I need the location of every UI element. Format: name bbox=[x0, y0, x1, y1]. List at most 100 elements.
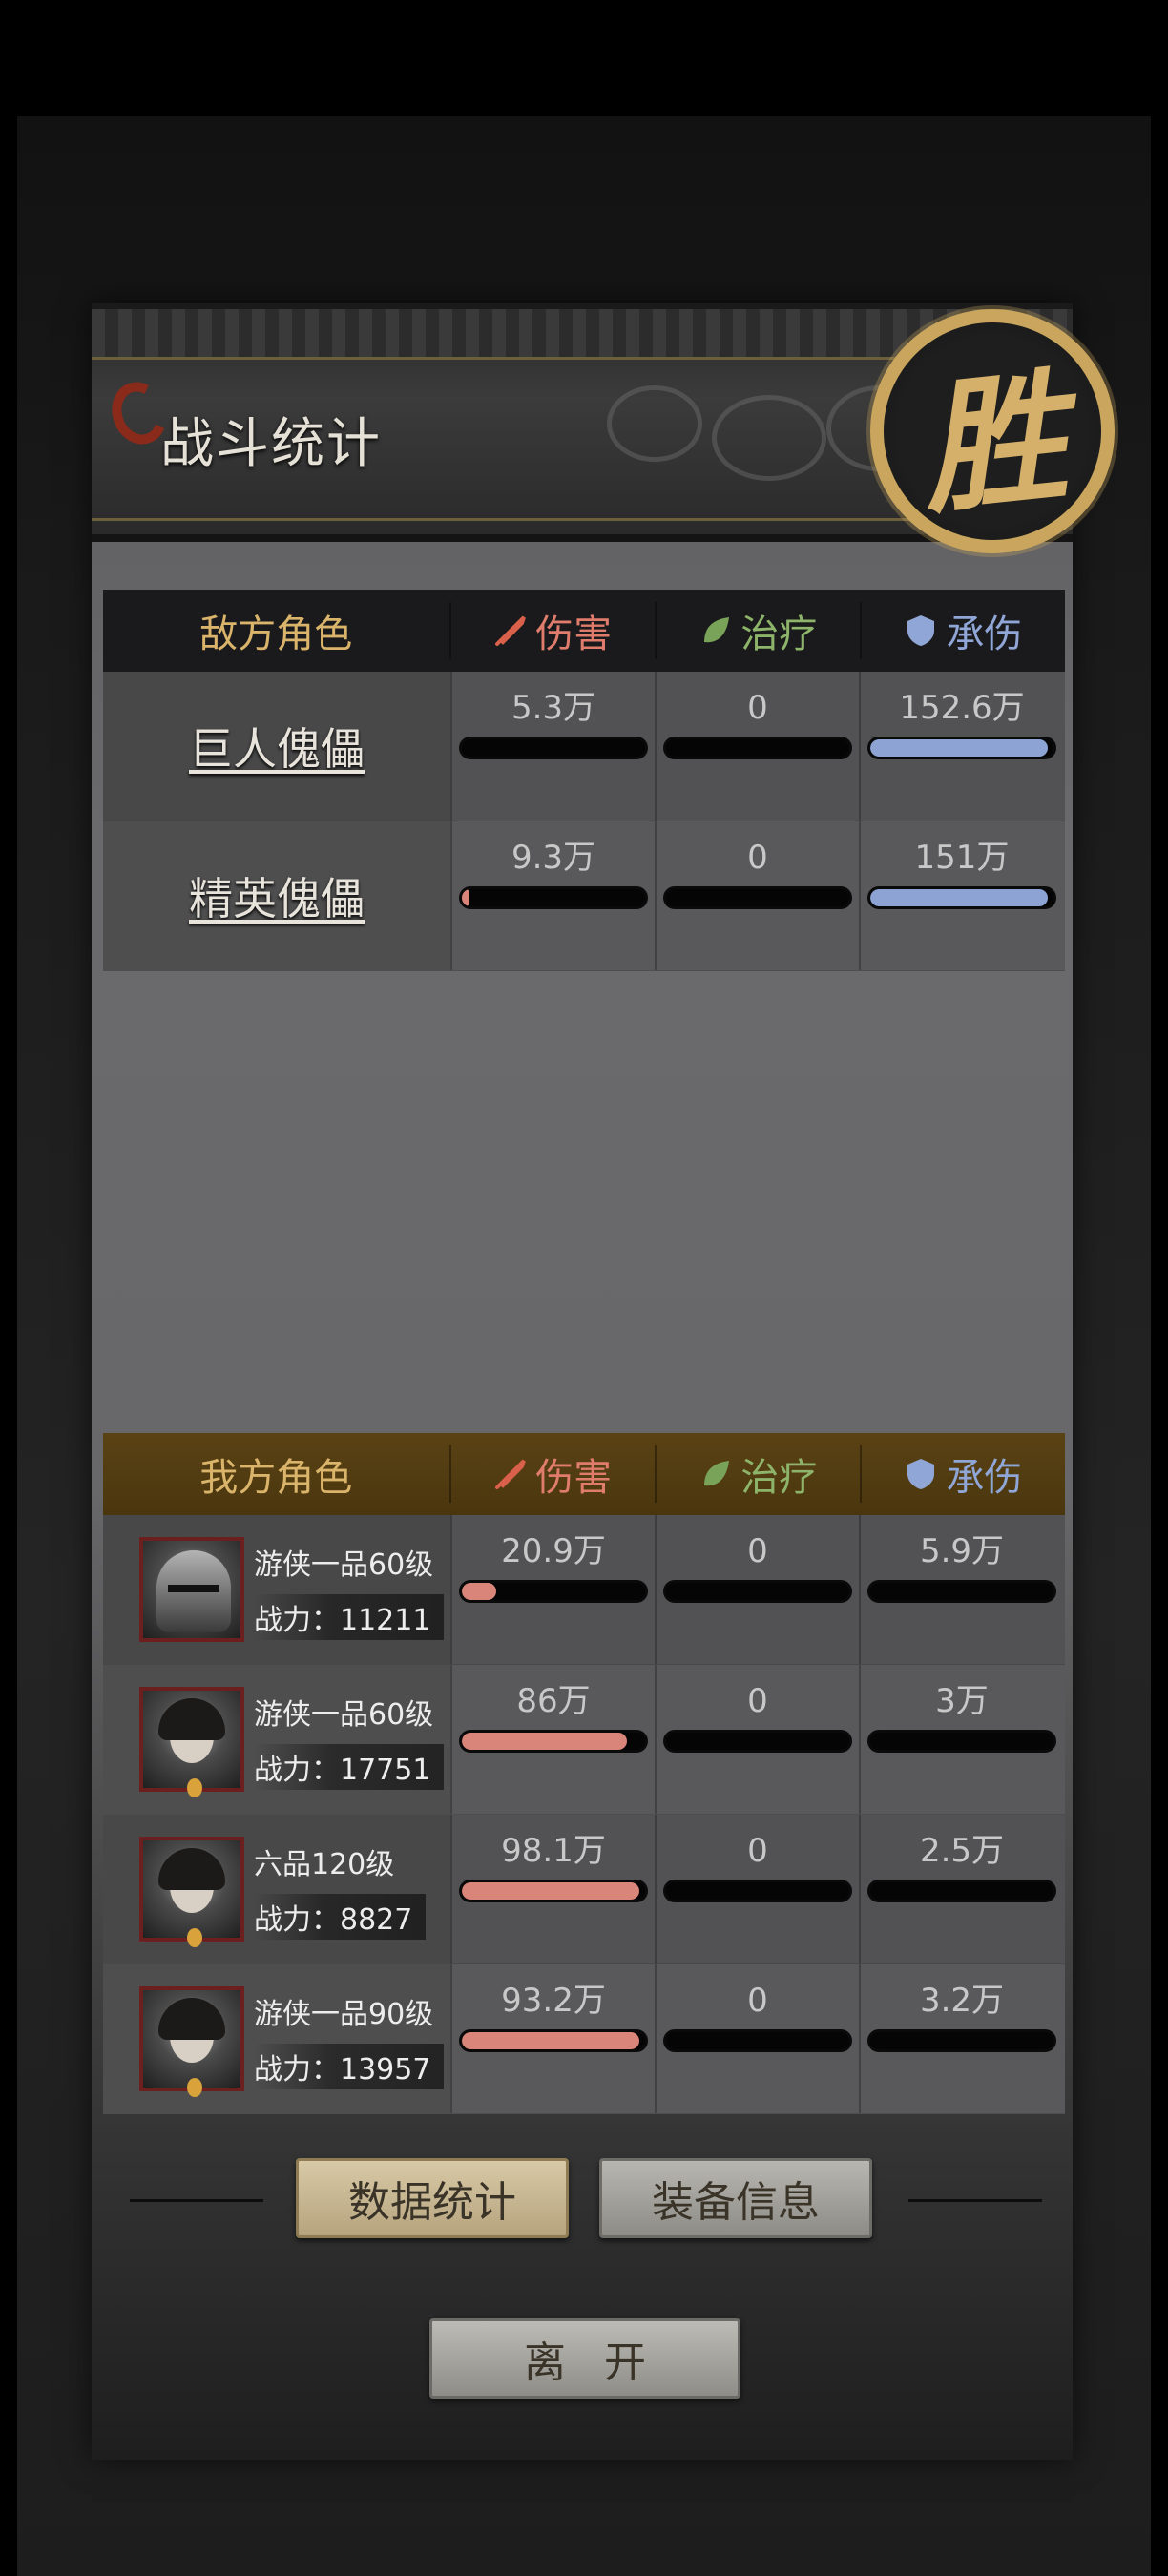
leave-button[interactable]: 离开 bbox=[429, 2318, 740, 2399]
stat-taken-bar bbox=[867, 2029, 1056, 2052]
col-heal: 治疗 bbox=[654, 602, 860, 659]
stat-taken-bar bbox=[867, 1580, 1056, 1603]
stat-taken: 2.5万 bbox=[859, 1815, 1063, 1963]
stat-heal-bar bbox=[663, 2029, 852, 2052]
enemy-name-cell: 精英傀儡 bbox=[103, 821, 450, 970]
avatar[interactable] bbox=[139, 1537, 244, 1642]
stat-damage: 5.3万 bbox=[450, 672, 655, 821]
stat-heal-value: 0 bbox=[747, 1682, 768, 1720]
ally-name-cell: 六品120级 战力：8827 bbox=[103, 1815, 450, 1963]
ally-class-level: 游侠一品60级 bbox=[254, 1689, 445, 1735]
enemy-rows: 巨人傀儡 5.3万 0 152.6万精英傀儡 9.3万 0 151万 bbox=[103, 672, 1065, 971]
avatar-hair bbox=[158, 1998, 225, 2040]
col-damage-label: 伤害 bbox=[535, 613, 613, 656]
stat-heal-value: 0 bbox=[747, 1532, 768, 1570]
ally-power: 战力：17751 bbox=[254, 1744, 445, 1790]
stat-damage-bar bbox=[459, 1580, 648, 1603]
divider-line bbox=[130, 2199, 263, 2202]
stat-damage-bar-fill bbox=[462, 1733, 627, 1750]
enemy-table-header: 敌方角色 伤害 治疗 承伤 bbox=[103, 590, 1065, 672]
stat-damage-bar bbox=[459, 2029, 648, 2052]
stat-taken-value: 2.5万 bbox=[919, 1832, 1005, 1870]
enemy-row: 精英傀儡 9.3万 0 151万 bbox=[103, 821, 1065, 971]
stat-taken: 3万 bbox=[859, 1665, 1063, 1814]
cloud-ornament bbox=[712, 395, 826, 481]
stat-taken-bar-fill bbox=[870, 739, 1049, 757]
col-taken-label: 承伤 bbox=[946, 1456, 1023, 1500]
stat-heal: 0 bbox=[655, 1964, 859, 2113]
enemy-name-link[interactable]: 巨人傀儡 bbox=[189, 715, 365, 778]
stat-damage-bar-fill bbox=[462, 1882, 640, 1900]
col-taken-label: 承伤 bbox=[946, 613, 1023, 656]
ally-table-header: 我方角色 伤害 治疗 承伤 bbox=[103, 1433, 1065, 1515]
stat-taken-value: 3.2万 bbox=[919, 1982, 1005, 2020]
ally-power: 战力：11211 bbox=[254, 1594, 445, 1640]
stat-heal: 0 bbox=[655, 1665, 859, 1814]
col-heal-label: 治疗 bbox=[740, 613, 818, 656]
stat-heal-value: 0 bbox=[747, 1982, 768, 2020]
stat-heal-value: 0 bbox=[747, 689, 768, 727]
stat-taken-value: 152.6万 bbox=[899, 689, 1025, 727]
leaf-icon bbox=[704, 1461, 730, 1486]
col-damage: 伤害 bbox=[448, 602, 655, 659]
col-damage-label: 伤害 bbox=[535, 1456, 613, 1500]
avatar[interactable] bbox=[139, 1837, 244, 1947]
stat-taken-bar bbox=[867, 737, 1056, 759]
equipment-info-button[interactable]: 装备信息 bbox=[599, 2158, 872, 2238]
stat-damage-value: 98.1万 bbox=[501, 1832, 606, 1870]
sword-icon bbox=[495, 615, 527, 646]
stat-taken: 151万 bbox=[859, 821, 1063, 970]
stat-damage-bar bbox=[459, 1730, 648, 1753]
enemy-name-link[interactable]: 精英傀儡 bbox=[189, 864, 365, 927]
stat-taken: 152.6万 bbox=[859, 672, 1063, 821]
stat-taken-bar bbox=[867, 886, 1056, 909]
ally-class-level: 游侠一品60级 bbox=[254, 1539, 445, 1585]
ally-row: 游侠一品60级 战力：17751 86万 0 3万 bbox=[103, 1665, 1065, 1815]
avatar-visor bbox=[168, 1585, 219, 1592]
avatar[interactable] bbox=[139, 1687, 244, 1797]
col-heal: 治疗 bbox=[654, 1445, 860, 1503]
stat-heal-bar bbox=[663, 1880, 852, 1902]
stat-taken: 3.2万 bbox=[859, 1964, 1063, 2113]
stat-heal-bar bbox=[663, 1730, 852, 1753]
leaf-icon bbox=[704, 617, 730, 643]
avatar-badge-icon bbox=[187, 1928, 202, 1947]
stat-heal-bar bbox=[663, 737, 852, 759]
stat-damage: 98.1万 bbox=[450, 1815, 655, 1963]
stat-heal-bar bbox=[663, 886, 852, 909]
stat-taken: 5.9万 bbox=[859, 1515, 1063, 1664]
stat-damage-value: 93.2万 bbox=[501, 1982, 606, 2020]
stat-damage-value: 20.9万 bbox=[501, 1532, 606, 1570]
ally-info: 游侠一品90级 战力：13957 bbox=[254, 1988, 445, 2089]
avatar-hair bbox=[158, 1848, 225, 1890]
col-taken: 承伤 bbox=[859, 1445, 1065, 1503]
stat-heal-value: 0 bbox=[747, 839, 768, 877]
ally-name-cell: 游侠一品60级 战力：11211 bbox=[103, 1515, 450, 1664]
stat-heal: 0 bbox=[655, 821, 859, 970]
ally-power: 战力：13957 bbox=[254, 2044, 445, 2089]
stat-damage: 86万 bbox=[450, 1665, 655, 1814]
col-heal-label: 治疗 bbox=[740, 1456, 818, 1500]
shield-icon bbox=[907, 1459, 935, 1489]
shield-icon bbox=[907, 615, 935, 646]
ally-class-level: 六品120级 bbox=[254, 1839, 427, 1884]
data-stats-button[interactable]: 数据统计 bbox=[296, 2158, 569, 2238]
stat-damage-value: 9.3万 bbox=[511, 839, 596, 877]
avatar-badge-icon bbox=[187, 1778, 202, 1797]
stat-damage-bar-fill bbox=[462, 1583, 497, 1600]
stat-heal: 0 bbox=[655, 1815, 859, 1963]
stat-damage-value: 86万 bbox=[516, 1682, 591, 1720]
page-title: 战斗统计 bbox=[160, 413, 382, 475]
stat-damage: 9.3万 bbox=[450, 821, 655, 970]
divider-line bbox=[908, 2199, 1042, 2202]
stat-heal-bar bbox=[663, 1580, 852, 1603]
avatar-badge-icon bbox=[187, 2078, 202, 2097]
stat-taken-value: 151万 bbox=[914, 839, 1010, 877]
stat-damage-bar-fill bbox=[462, 889, 469, 906]
avatar[interactable] bbox=[139, 1986, 244, 2097]
ally-class-level: 游侠一品90级 bbox=[254, 1988, 445, 2034]
victory-seal: 胜 bbox=[870, 309, 1115, 553]
stat-taken-bar-fill bbox=[870, 889, 1049, 906]
ally-name-cell: 游侠一品60级 战力：17751 bbox=[103, 1665, 450, 1814]
ally-label: 我方角色 bbox=[199, 1456, 353, 1500]
